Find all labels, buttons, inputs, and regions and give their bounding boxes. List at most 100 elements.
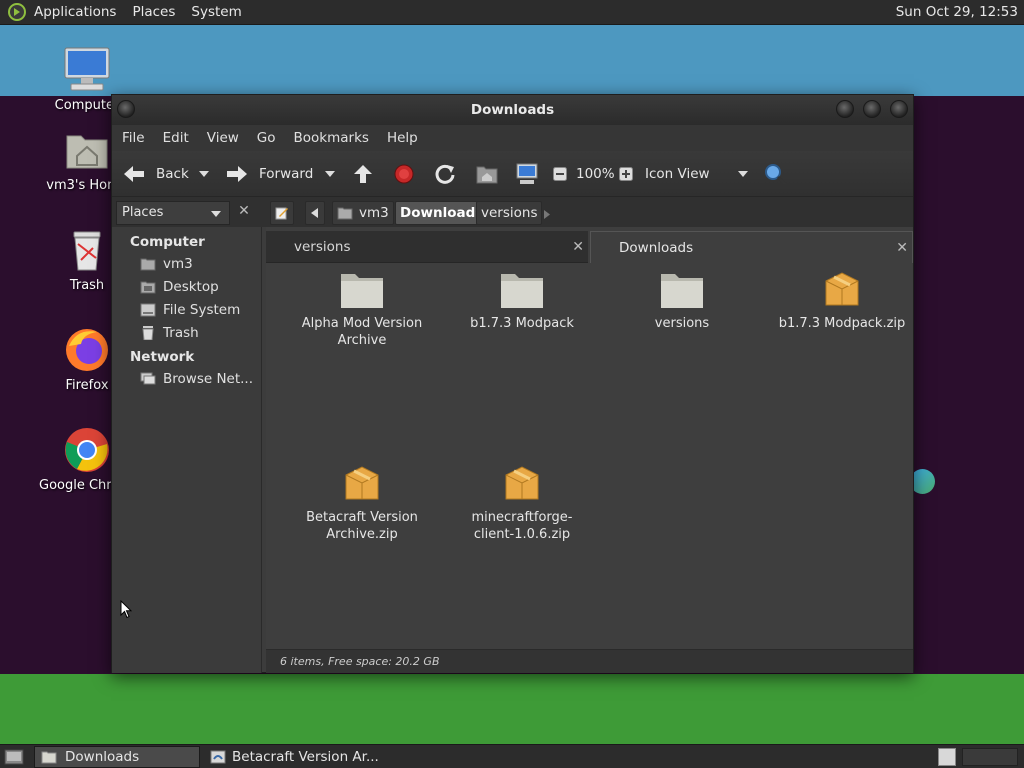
search-button[interactable]: [763, 151, 787, 197]
wallpaper-band-green: [0, 674, 1024, 744]
crumb-scroll-left[interactable]: [305, 201, 325, 225]
zoom-level-label: 100%: [576, 166, 615, 182]
window-titlebar[interactable]: Downloads: [112, 95, 913, 125]
close-sidebar-icon[interactable]: ✕: [236, 203, 252, 219]
file-view: versions ✕ Downloads ✕ Alpha Mod Version…: [266, 227, 913, 649]
back-label: Back: [156, 166, 189, 182]
forward-button[interactable]: Forward: [225, 151, 313, 197]
menu-go[interactable]: Go: [257, 130, 276, 146]
minimize-button[interactable]: [836, 100, 854, 118]
computer-button[interactable]: [516, 151, 538, 197]
file-name: versions: [654, 316, 710, 331]
menu-edit[interactable]: Edit: [163, 130, 189, 146]
task-label: Downloads: [65, 749, 140, 765]
menubar: File Edit View Go Bookmarks Help: [112, 125, 913, 151]
zoom-in-icon: [619, 167, 633, 181]
crumb-label: Downloads: [400, 205, 484, 221]
folder-icon: [661, 274, 703, 308]
home-folder-icon: [140, 258, 156, 271]
places-sidebar: Computer vm3 Desktop File System Trash N…: [112, 227, 262, 673]
menu-file[interactable]: File: [122, 130, 145, 146]
zoom-level[interactable]: 100%: [576, 151, 615, 197]
chevron-right-icon: [544, 210, 550, 219]
show-desktop-icon[interactable]: [4, 748, 24, 766]
folder-icon: [41, 751, 57, 764]
back-button[interactable]: Back: [122, 151, 189, 197]
tab-versions[interactable]: versions ✕: [266, 231, 588, 263]
sidebar-selector[interactable]: Places: [116, 201, 230, 225]
menu-view[interactable]: View: [207, 130, 239, 146]
search-icon: [765, 164, 787, 186]
file-item[interactable]: Alpha Mod Version Archive: [287, 269, 437, 349]
sidebar-item-trash[interactable]: Trash: [140, 323, 199, 343]
close-tab-icon[interactable]: ✕: [896, 240, 908, 256]
sidebar-selector-label: Places: [122, 205, 164, 220]
home-folder-icon: [476, 166, 498, 184]
view-mode-select[interactable]: Icon View: [645, 151, 749, 197]
system-menu[interactable]: System: [191, 4, 241, 20]
workspace-switcher-2[interactable]: [962, 748, 1018, 766]
reload-button[interactable]: [434, 151, 456, 197]
up-button[interactable]: [352, 151, 374, 197]
zoom-in-button[interactable]: [619, 151, 633, 197]
trash-icon: [142, 326, 154, 340]
menu-bookmarks[interactable]: Bookmarks: [294, 130, 369, 146]
file-item[interactable]: b1.7.3 Modpack: [447, 269, 597, 332]
file-item[interactable]: versions: [607, 269, 757, 332]
close-button[interactable]: [890, 100, 908, 118]
sidebar-item-vm3[interactable]: vm3: [140, 254, 193, 274]
task-betacraft[interactable]: Betacraft Version Ar...: [204, 746, 404, 768]
crumb-scroll-right[interactable]: [544, 208, 550, 223]
close-tab-icon[interactable]: ✕: [572, 239, 584, 255]
applications-menu[interactable]: Applications: [34, 4, 116, 20]
task-downloads[interactable]: Downloads: [34, 746, 200, 768]
location-bar: Places ✕ vm3 Downloads versions: [112, 197, 913, 227]
distro-logo-icon[interactable]: [8, 3, 26, 21]
folder-icon: [501, 274, 543, 308]
file-item[interactable]: b1.7.3 Modpack.zip: [767, 269, 917, 332]
tab-label: Downloads: [619, 239, 694, 256]
forward-label: Forward: [259, 166, 314, 182]
computer-icon: [516, 163, 538, 184]
sidebar-item-browse-network[interactable]: Browse Net...: [140, 369, 253, 389]
sidebar-item-desktop[interactable]: Desktop: [140, 277, 219, 297]
file-name: minecraftforge-client-1.0.6.zip: [471, 510, 573, 542]
archive-icon: [505, 466, 539, 500]
back-arrow-icon: [124, 166, 144, 182]
java-app-icon: [210, 750, 226, 764]
stop-button[interactable]: [394, 151, 414, 197]
crumb-label: vm3: [359, 205, 389, 221]
zoom-out-button[interactable]: [553, 151, 567, 197]
tab-label: versions: [294, 238, 351, 255]
reload-icon: [435, 164, 455, 184]
tab-downloads[interactable]: Downloads ✕: [590, 231, 913, 263]
network-icon: [140, 372, 156, 385]
crumb-downloads[interactable]: Downloads: [395, 201, 489, 225]
chevron-down-icon: [199, 171, 209, 177]
places-menu[interactable]: Places: [132, 4, 175, 20]
toggle-location-entry-button[interactable]: [270, 201, 294, 225]
menu-help[interactable]: Help: [387, 130, 418, 146]
clock[interactable]: Sun Oct 29, 12:53: [896, 4, 1018, 20]
sidebar-heading-network: Network: [130, 349, 195, 365]
sidebar-item-label: vm3: [163, 256, 193, 272]
file-item[interactable]: Betacraft Version Archive.zip: [287, 463, 437, 543]
crumb-label: versions: [481, 205, 538, 221]
workspace-switcher-1[interactable]: [938, 748, 956, 766]
sidebar-item-label: Browse Net...: [163, 371, 254, 387]
top-panel: Applications Places System Sun Oct 29, 1…: [0, 0, 1024, 25]
home-button[interactable]: [476, 151, 498, 197]
window-title: Downloads: [470, 102, 555, 118]
crumb-versions[interactable]: versions: [476, 201, 543, 225]
toolbar: Back Forward 100% Icon View: [112, 151, 913, 197]
file-item[interactable]: minecraftforge-client-1.0.6.zip: [447, 463, 597, 543]
crumb-vm3[interactable]: vm3: [332, 201, 394, 225]
archive-icon: [345, 466, 379, 500]
zoom-out-icon: [553, 167, 567, 181]
sidebar-item-file-system[interactable]: File System: [140, 300, 240, 320]
sidebar-item-label: Desktop: [163, 279, 219, 295]
forward-history-dropdown[interactable]: [324, 151, 336, 197]
maximize-button[interactable]: [863, 100, 881, 118]
edit-icon: [275, 207, 288, 220]
back-history-dropdown[interactable]: [198, 151, 210, 197]
